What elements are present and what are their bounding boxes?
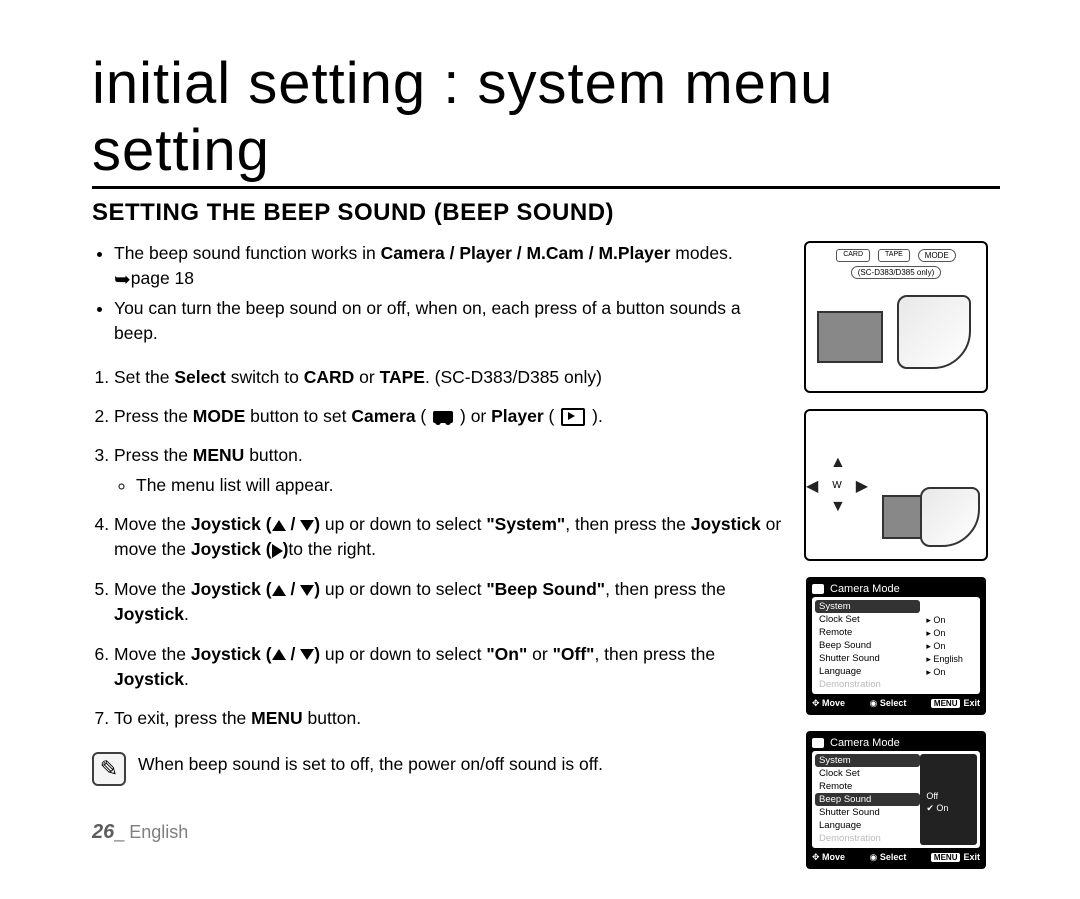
menu-item: Beep Sound [815,639,920,652]
menu-value: ▸ On [924,640,977,653]
menu-item: Language [815,665,920,678]
hint-exit: MENUExit [931,698,980,709]
step-1: Set the Select switch to CARD or TAPE. (… [114,365,782,390]
joystick-up-icon: ▲ [830,454,846,472]
step-6: Move the Joystick ( / ) up or down to se… [114,642,782,693]
figure-column: CARD TAPE MODE (SC-D383/D385 only) ▲ ▼ ◀… [792,241,1000,869]
section-heading: SETTING THE BEEP SOUND (BEEP SOUND) [92,199,1000,227]
intro-bullet-1: The beep sound function works in Camera … [114,241,782,292]
step-2: Press the MODE button to set Camera ( ) … [114,404,782,429]
menu-item: Clock Set [815,767,920,780]
hint-select: ◉ Select [870,852,907,863]
menu-item: Remote [815,626,920,639]
menu-value: ▸ On [924,627,977,640]
hint-move: ✥ Move [812,852,845,863]
step-4: Move the Joystick ( / ) up or down to se… [114,512,782,563]
step-3-sub: The menu list will appear. [136,473,782,498]
osd-menu-system: Camera Mode System Clock Set Remote Beep… [806,577,986,715]
down-triangle-icon [300,649,314,660]
menu-item-dimmed: Demonstration [815,678,920,691]
right-triangle-icon [272,544,283,558]
label-card: CARD [836,249,870,262]
step-7: To exit, press the MENU button. [114,706,782,731]
menu-item-system: System [815,754,920,767]
menu-item: Remote [815,780,920,793]
steps-list: Set the Select switch to CARD or TAPE. (… [92,365,782,732]
note-icon: ✎ [92,752,126,786]
osd-menu-beep: Camera Mode System Clock Set Remote Beep… [806,731,986,869]
figure-camera-top: CARD TAPE MODE (SC-D383/D385 only) [804,241,988,393]
page-title: initial setting : system menu setting [92,50,1000,189]
menu-title: Camera Mode [830,583,900,595]
page-footer: 26_ English [92,821,188,844]
model-restriction: (SC-D383/D385 only) [851,266,941,279]
menu-item: Clock Set [815,613,920,626]
menu-item: Shutter Sound [815,806,920,819]
player-icon [561,408,585,426]
up-triangle-icon [272,649,286,660]
label-tape: TAPE [878,249,910,262]
joystick-left-icon: ◀ [806,476,818,496]
page-ref-icon: ➥ [114,275,131,285]
menu-value: ▸ English [924,653,977,666]
camera-icon [433,411,453,423]
up-triangle-icon [272,520,286,531]
menu-value: ▸ On [924,666,977,679]
joystick-down-icon: ▼ [830,498,846,516]
up-triangle-icon [272,585,286,596]
camera-screen-illust [817,311,883,363]
camera-body-illust [920,487,980,547]
option-on-checked: On [924,802,977,815]
content-column: The beep sound function works in Camera … [92,241,782,786]
menu-title: Camera Mode [830,737,900,749]
joystick-right-icon: ▶ [856,476,868,496]
intro-bullets: The beep sound function works in Camera … [92,241,782,347]
camera-mode-icon [812,738,824,748]
menu-item: Language [815,819,920,832]
hint-exit: MENUExit [931,852,980,863]
camera-body-illust [897,295,971,369]
menu-item-highlighted: Beep Sound [815,793,920,806]
hint-select: ◉ Select [870,698,907,709]
menu-item: Shutter Sound [815,652,920,665]
down-triangle-icon [300,585,314,596]
menu-item-system: System [815,600,920,613]
label-mode: MODE [918,249,956,262]
tip-text: When beep sound is set to off, the power… [138,752,603,777]
step-5: Move the Joystick ( / ) up or down to se… [114,577,782,628]
menu-item-dimmed: Demonstration [815,832,920,845]
intro-bullet-2: You can turn the beep sound on or off, w… [114,296,782,347]
step-3: Press the MENU button. The menu list wil… [114,443,782,498]
joystick-diagram: ▲ ▼ ◀ ▶ W [812,460,862,510]
joystick-w-label: W [832,480,841,491]
down-triangle-icon [300,520,314,531]
figure-joystick: ▲ ▼ ◀ ▶ W [804,409,988,561]
option-off: Off [924,790,977,802]
menu-value: ▸ On [924,614,977,627]
camera-mode-icon [812,584,824,594]
hint-move: ✥ Move [812,698,845,709]
tip-note: ✎ When beep sound is set to off, the pow… [92,752,782,786]
